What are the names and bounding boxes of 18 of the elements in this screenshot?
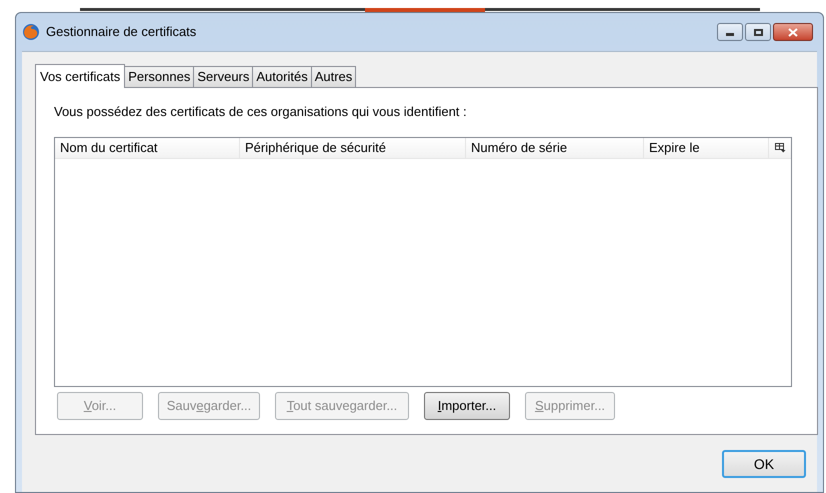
column-picker-icon[interactable] bbox=[774, 142, 786, 152]
tab[interactable]: Vos certificats bbox=[35, 64, 126, 88]
column-header[interactable]: Expire le bbox=[644, 138, 769, 158]
tab[interactable]: Personnes bbox=[124, 66, 194, 87]
tab[interactable]: Serveurs bbox=[193, 66, 254, 87]
close-icon bbox=[788, 28, 798, 36]
column-header[interactable]: Nom du certificat bbox=[55, 138, 240, 158]
tab[interactable]: Autres bbox=[310, 66, 356, 87]
action-button[interactable]: Importer... bbox=[424, 392, 510, 420]
minimize-button[interactable] bbox=[717, 23, 743, 41]
window-title: Gestionnaire de certificats bbox=[46, 23, 196, 42]
tab[interactable]: Autorités bbox=[252, 66, 312, 87]
maximize-button[interactable] bbox=[745, 23, 771, 41]
column-header[interactable]: Périphérique de sécurité bbox=[240, 138, 466, 158]
column-header[interactable]: Numéro de série bbox=[466, 138, 644, 158]
description-text: Vous possédez des certificats de ces organisations qui vous identifient : bbox=[54, 103, 468, 121]
close-button[interactable] bbox=[773, 23, 813, 41]
ok-button[interactable]: OK bbox=[722, 450, 806, 478]
